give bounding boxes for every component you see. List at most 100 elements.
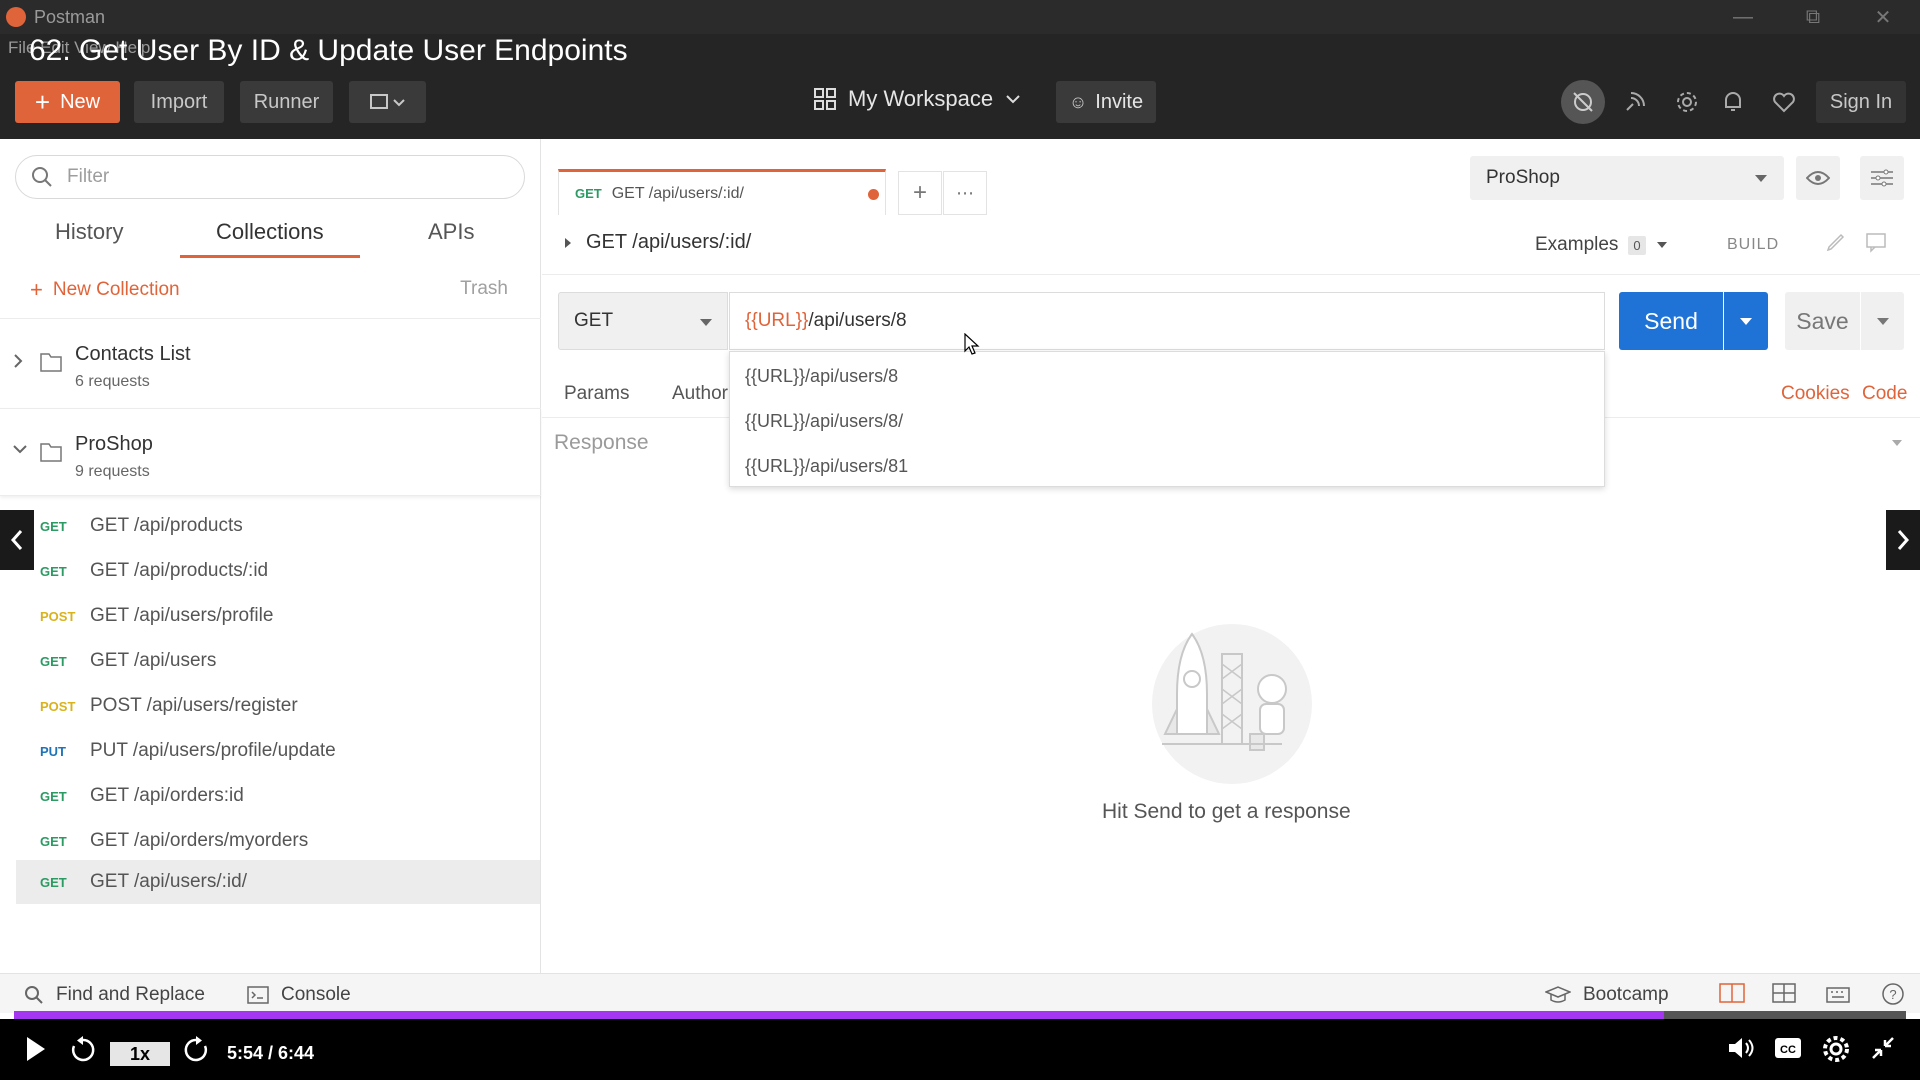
eye-button[interactable] <box>1796 156 1840 200</box>
chevron-right-icon <box>1897 530 1910 550</box>
autocomplete-item[interactable]: {{URL}}/api/users/8 <box>745 366 898 387</box>
bell-icon[interactable] <box>1715 84 1751 120</box>
rewind-icon[interactable] <box>70 1035 96 1063</box>
caret-down-icon <box>1740 317 1752 325</box>
method-select[interactable]: GET <box>558 292 728 350</box>
next-lecture-button[interactable] <box>1886 510 1920 570</box>
find-replace-button[interactable]: Find and Replace <box>24 984 205 1006</box>
request-tab[interactable]: GET GET /api/users/:id/ <box>558 169 886 215</box>
new-collection-button[interactable]: + New Collection <box>30 277 180 303</box>
tab-history[interactable]: History <box>55 219 123 245</box>
sync-icon[interactable] <box>1561 80 1605 124</box>
request-item[interactable]: POST POST /api/users/register <box>16 684 540 728</box>
trash-link[interactable]: Trash <box>460 278 508 300</box>
build-label[interactable]: BUILD <box>1727 236 1779 254</box>
request-item[interactable]: GET GET /api/orders/myorders <box>16 819 540 863</box>
save-button[interactable]: Save <box>1785 292 1860 350</box>
tab-authorization[interactable]: Author <box>672 383 728 405</box>
runner-button[interactable]: Runner <box>240 81 333 123</box>
url-autocomplete-dropdown: {{URL}}/api/users/8 {{URL}}/api/users/8/… <box>729 351 1605 487</box>
console-icon <box>247 986 269 1004</box>
request-item[interactable]: GET GET /api/users <box>16 639 540 683</box>
autocomplete-item[interactable]: {{URL}}/api/users/81 <box>745 456 908 477</box>
video-time: 5:54 / 6:44 <box>227 1043 315 1063</box>
minimize-icon[interactable]: — <box>1713 0 1773 34</box>
caret-down-icon <box>1755 175 1767 182</box>
collection-proshop[interactable]: ProShop 9 requests <box>0 408 541 496</box>
comment-icon[interactable] <box>1865 231 1887 258</box>
chevron-down-icon <box>1006 95 1020 104</box>
volume-icon[interactable] <box>1727 1035 1755 1061</box>
new-window-button[interactable] <box>349 81 426 123</box>
sliders-icon <box>1871 169 1893 187</box>
send-button[interactable]: Send <box>1619 292 1723 350</box>
workspace-selector[interactable]: My Workspace <box>814 86 1021 112</box>
heart-icon[interactable] <box>1766 84 1802 120</box>
request-item-selected[interactable]: GET GET /api/users/:id/ <box>16 860 540 904</box>
request-item[interactable]: GET GET /api/products/:id <box>16 549 540 593</box>
examples-dropdown[interactable]: Examples 0 <box>1535 234 1668 256</box>
url-input[interactable]: {{URL}}/api/users/8 <box>729 292 1605 350</box>
grid-icon <box>814 88 836 110</box>
request-title[interactable]: GET /api/users/:id/ <box>564 231 751 254</box>
caret-down-icon <box>700 319 712 326</box>
caret-down-icon[interactable] <box>1891 439 1903 447</box>
more-tabs-button[interactable]: ⋯ <box>943 171 987 215</box>
folder-icon <box>40 443 62 462</box>
edit-icon[interactable] <box>1825 231 1847 258</box>
code-link[interactable]: Code <box>1862 383 1907 405</box>
collection-contacts-list[interactable]: Contacts List 6 requests <box>0 318 541 406</box>
sign-in-button[interactable]: Sign In <box>1816 81 1906 123</box>
help-icon[interactable]: ? <box>1881 982 1905 1006</box>
video-progress-fill <box>14 1011 1664 1019</box>
layout-icon[interactable] <box>1772 982 1796 1004</box>
save-options-button[interactable] <box>1861 292 1904 350</box>
maximize-icon[interactable]: ⧉ <box>1783 0 1843 34</box>
request-item[interactable]: GET GET /api/orders:id <box>16 774 540 818</box>
previous-lecture-button[interactable] <box>0 510 34 570</box>
forward-icon[interactable] <box>183 1035 209 1063</box>
console-button[interactable]: Console <box>247 984 351 1006</box>
manage-environments-button[interactable] <box>1860 156 1904 200</box>
search-icon <box>32 167 52 187</box>
keyboard-icon[interactable] <box>1826 982 1850 1004</box>
bootcamp-button[interactable]: Bootcamp <box>1545 984 1669 1006</box>
cookies-link[interactable]: Cookies <box>1781 383 1850 405</box>
search-icon <box>25 986 43 1004</box>
settings-icon[interactable] <box>1669 84 1705 120</box>
satellite-icon[interactable] <box>1617 84 1653 120</box>
filter-input[interactable]: Filter <box>15 155 525 199</box>
sidebar-tabs: History Collections APIs <box>0 219 541 265</box>
playback-speed-button[interactable]: 1x <box>110 1042 170 1066</box>
plus-icon: + <box>30 277 43 302</box>
invite-button[interactable]: ☺ Invite <box>1056 81 1156 123</box>
sidebar: Filter History Collections APIs + New Co… <box>0 139 541 973</box>
play-icon[interactable] <box>24 1035 48 1063</box>
tab-params[interactable]: Params <box>564 383 629 405</box>
rocket-astronaut-illustration <box>1132 604 1322 789</box>
status-bar: Find and Replace Console Bootcamp ? <box>0 973 1920 1013</box>
settings-icon[interactable] <box>1822 1035 1850 1063</box>
send-options-button[interactable] <box>1724 292 1768 350</box>
title-bar: Postman — ⧉ ✕ <box>0 0 1920 34</box>
app-window: { "window": { "app_name": "Postman" }, "… <box>0 0 1920 1080</box>
tab-apis[interactable]: APIs <box>428 219 474 245</box>
import-button[interactable]: Import <box>134 81 224 123</box>
caret-down-icon <box>1876 317 1889 325</box>
caret-down-icon <box>1656 242 1667 248</box>
eye-icon <box>1806 171 1830 185</box>
video-controls: 1x 5:54 / 6:44 CC <box>0 1019 1920 1080</box>
close-icon[interactable]: ✕ <box>1853 0 1913 34</box>
fullscreen-exit-icon[interactable] <box>1870 1035 1896 1061</box>
environment-selector[interactable]: ProShop <box>1470 156 1784 200</box>
request-item[interactable]: POST GET /api/users/profile <box>16 594 540 638</box>
tab-collections[interactable]: Collections <box>216 219 324 245</box>
request-item[interactable]: PUT PUT /api/users/profile/update <box>16 729 540 773</box>
request-item[interactable]: GET GET /api/products <box>16 504 540 548</box>
autocomplete-item[interactable]: {{URL}}/api/users/8/ <box>745 411 903 432</box>
video-title: 62. Get User By ID & Update User Endpoin… <box>29 34 628 67</box>
new-button[interactable]: + New <box>15 81 120 123</box>
new-tab-button[interactable]: + <box>898 171 942 215</box>
captions-icon[interactable]: CC <box>1774 1035 1802 1061</box>
two-pane-icon[interactable] <box>1719 982 1745 1004</box>
